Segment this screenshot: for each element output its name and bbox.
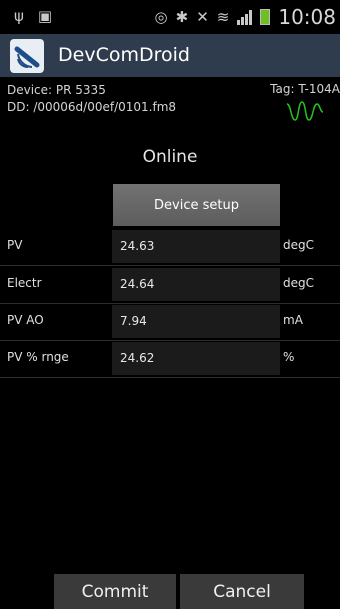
variable-value[interactable]: 24.64 bbox=[112, 268, 280, 301]
variable-row: Electr 24.64 degC bbox=[0, 266, 340, 304]
battery-charging-icon bbox=[260, 9, 271, 25]
device-info: Device: PR 5335 DD: /00006d/00ef/0101.fm… bbox=[7, 82, 176, 116]
connection-status: Online bbox=[142, 147, 198, 167]
variable-unit: degC bbox=[283, 276, 314, 290]
device-tag: Tag: T-104A bbox=[270, 82, 340, 96]
device-name: Device: PR 5335 bbox=[7, 83, 106, 97]
live-waveform-icon bbox=[286, 101, 324, 121]
cancel-button[interactable]: Cancel bbox=[180, 574, 304, 609]
variable-value[interactable]: 24.62 bbox=[112, 342, 280, 375]
variable-value[interactable]: 24.63 bbox=[112, 230, 280, 263]
status-bar: ψ ▣ ◎ ✱ ✕ ≋ 10:08 bbox=[0, 0, 340, 34]
sd-card-icon: ▣ bbox=[37, 7, 53, 25]
variable-value[interactable]: 7.94 bbox=[112, 305, 280, 338]
app-title: DevComDroid bbox=[58, 44, 190, 66]
variable-label: PV % rnge bbox=[7, 350, 69, 364]
signal-icon bbox=[237, 9, 253, 25]
device-setup-button[interactable]: Device setup bbox=[113, 184, 280, 226]
variable-unit: % bbox=[283, 350, 295, 364]
variable-label: PV bbox=[7, 238, 23, 252]
variable-row: PV AO 7.94 mA bbox=[0, 303, 340, 341]
variable-unit: mA bbox=[283, 313, 303, 327]
variable-row: PV % rnge 24.62 % bbox=[0, 340, 340, 378]
usb-icon: ψ bbox=[14, 7, 24, 25]
eye-icon: ◎ bbox=[154, 8, 168, 26]
commit-button[interactable]: Commit bbox=[54, 574, 176, 609]
wifi-icon: ≋ bbox=[216, 8, 230, 26]
mute-icon: ✕ bbox=[196, 8, 209, 26]
variable-label: Electr bbox=[7, 276, 42, 290]
clock: 10:08 bbox=[278, 5, 336, 29]
variable-label: PV AO bbox=[7, 313, 44, 327]
variable-unit: degC bbox=[283, 238, 314, 252]
bluetooth-icon: ✱ bbox=[175, 8, 189, 26]
app-logo-icon[interactable] bbox=[10, 39, 44, 73]
dd-path: DD: /00006d/00ef/0101.fm8 bbox=[7, 100, 177, 114]
action-bar: DevComDroid bbox=[0, 34, 340, 77]
variable-row: PV 24.63 degC bbox=[0, 228, 340, 266]
